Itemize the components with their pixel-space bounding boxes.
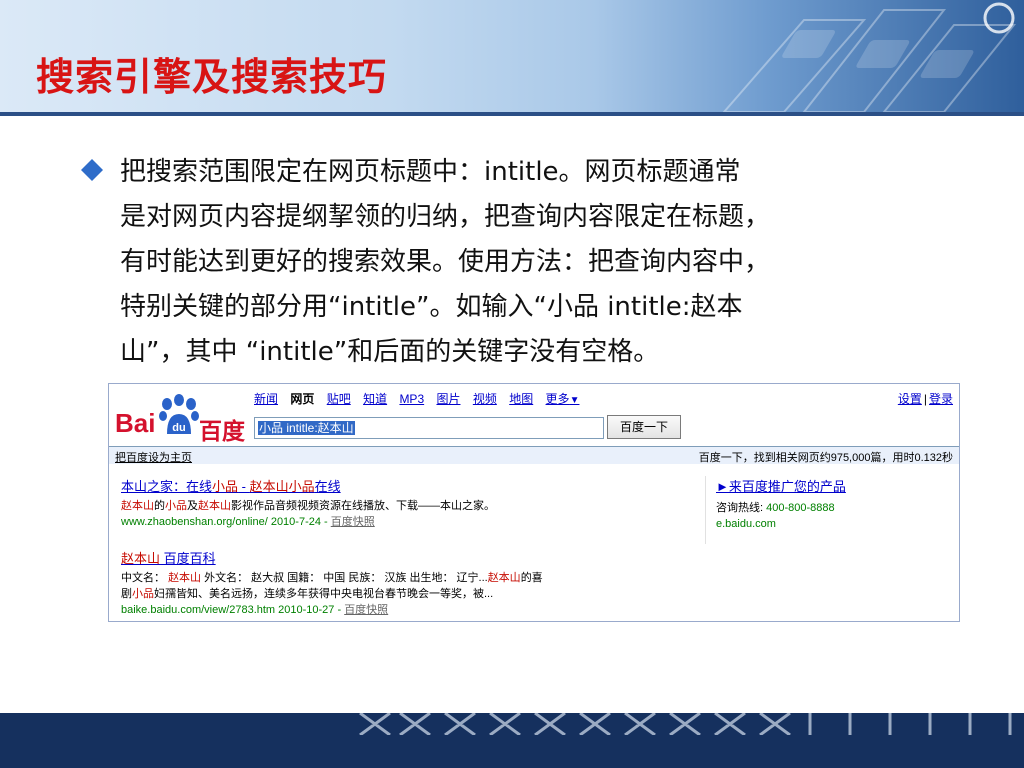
ad-hotline: 咨询热线: 400-800-8888 — [716, 500, 966, 516]
slide-footer — [0, 713, 1024, 768]
baidu-logo[interactable]: Bai du 百度 — [115, 394, 249, 444]
slide-title: 搜索引擎及搜索技巧 — [36, 55, 388, 99]
bullet-text: 把搜索范围限定在网页标题中：intitle。网页标题通常 是对网页内容提纲挈领的… — [120, 150, 960, 375]
search-button[interactable]: 百度一下 — [607, 415, 681, 439]
url-text: baike.baidu.com/view/2783.htm 2010-10-27… — [121, 604, 345, 616]
hotline-label: 咨询热线: — [716, 502, 767, 514]
url-text: www.zhaobenshan.org/online/ 2010-7-24 - — [121, 516, 331, 528]
desc-text: 的喜 — [520, 572, 543, 584]
set-homepage-link[interactable]: 把百度设为主页 — [115, 449, 192, 465]
nav-tieba[interactable]: 贴吧 — [327, 392, 351, 406]
bullet-line: 是对网页内容提纲挈领的归纳，把查询内容限定在标题， — [120, 202, 771, 232]
result-url: www.zhaobenshan.org/online/ 2010-7-24 - … — [121, 514, 495, 530]
title-text: 百度百科 — [160, 551, 216, 566]
nav-video[interactable]: 视频 — [473, 392, 497, 406]
account-links: 设置 | 登录 — [898, 390, 953, 407]
search-input-value: 小品 intitle:赵本山 — [258, 421, 355, 435]
results-info-bar: 把百度设为主页 百度一下，找到相关网页约975,000篇，用时0.132秒 — [109, 446, 959, 464]
nav-images[interactable]: 图片 — [436, 392, 460, 406]
desc-highlight: 赵本山 — [198, 500, 231, 512]
nav-more-label: 更多 — [545, 392, 570, 406]
result-title-link[interactable]: 本山之家：在线小品 - 赵本山小品在线 — [121, 476, 495, 495]
desc-highlight: 赵本山 — [121, 500, 154, 512]
nav-web: 网页 — [290, 392, 315, 406]
result-description: 中文名： 赵本山 外文名： 赵大叔 国籍： 中国 民族： 汉族 出生地： 辽宁.… — [121, 570, 543, 586]
desc-text: 中文名： — [121, 572, 169, 584]
cache-link[interactable]: 百度快照 — [344, 604, 388, 616]
desc-highlight: 小品 — [132, 588, 154, 600]
promotion-ad: ►来百度推广您的产品 咨询热线: 400-800-8888 e.baidu.co… — [705, 476, 966, 544]
results-stats: 百度一下，找到相关网页约975,000篇，用时0.132秒 — [698, 452, 953, 464]
slide-header: 搜索引擎及搜索技巧 — [0, 0, 1024, 112]
nav-map[interactable]: 地图 — [509, 392, 533, 406]
result-url: baike.baidu.com/view/2783.htm 2010-10-27… — [121, 602, 543, 618]
title-text: 在线 — [314, 479, 341, 494]
hotline-number: 400-800-8888 — [766, 502, 835, 514]
search-input[interactable]: 小品 intitle:赵本山 — [254, 417, 604, 439]
logo-bai-text: Bai — [115, 408, 156, 438]
desc-highlight: 赵本山 — [487, 572, 521, 584]
paw-icon: du — [159, 394, 199, 434]
nav-more[interactable]: 更多▼ — [546, 392, 580, 406]
result-description: 赵本山的小品及赵本山影视作品音频视频资源在线播放、下载——本山之家。 — [121, 498, 495, 514]
result-description: 剧小品妇孺皆知、美名远扬，连续多年获得中央电视台春节晚会一等奖，被... — [121, 586, 543, 602]
search-result: 本山之家：在线小品 - 赵本山小品在线 赵本山的小品及赵本山影视作品音频视频资源… — [121, 476, 495, 530]
login-link[interactable]: 登录 — [929, 392, 953, 406]
nav-news[interactable]: 新闻 — [254, 392, 278, 406]
title-highlight: 小品 — [212, 479, 239, 494]
desc-text: 外文名： 赵大叔 国籍： 中国 民族： 汉族 出生地： 辽宁... — [201, 572, 488, 584]
bullet-line: 特别关键的部分用“intitle”。如输入“小品 intitle:赵本 — [120, 292, 743, 322]
chevron-down-icon: ▼ — [569, 395, 580, 406]
desc-text: 妇孺皆知、美名远扬，连续多年获得中央电视台春节晚会一等奖，被... — [154, 588, 494, 600]
bullet-line: 把搜索范围限定在网页标题中：intitle。网页标题通常 — [120, 157, 741, 187]
desc-text: 的 — [154, 500, 165, 512]
desc-text: 及 — [187, 500, 198, 512]
desc-text: 影视作品音频视频资源在线播放、下载——本山之家。 — [231, 500, 495, 512]
desc-highlight: 赵本山 — [168, 572, 202, 584]
header-divider — [0, 112, 1024, 116]
link-separator: | — [923, 392, 927, 406]
keyboard-decoration-icon — [722, 2, 1017, 112]
title-highlight: 赵本山 — [121, 551, 161, 566]
ad-title-link[interactable]: ►来百度推广您的产品 — [716, 476, 966, 495]
settings-link[interactable]: 设置 — [898, 392, 922, 406]
title-text: 本山之家：在线 — [121, 479, 213, 494]
nav-zhidao[interactable]: 知道 — [363, 392, 387, 406]
ad-site-url: e.baidu.com — [716, 518, 776, 530]
baidu-search-screenshot: Bai du 百度 新闻 网页 贴吧 知道 MP3 图片 视频 地图 更多▼ 设… — [108, 383, 960, 622]
desc-text: 剧 — [121, 588, 132, 600]
diamond-bullet-icon — [81, 159, 103, 181]
cross-pattern-decoration — [350, 713, 1024, 757]
bullet-line: 山”，其中 “intitle”和后面的关键字没有空格。 — [120, 337, 660, 367]
logo-baidu-cn-text: 百度 — [199, 418, 245, 444]
result-title-link[interactable]: 赵本山 百度百科 — [121, 548, 543, 567]
title-highlight: 赵本山小品 — [249, 479, 315, 494]
logo-du-text: du — [172, 422, 185, 434]
cache-link[interactable]: 百度快照 — [331, 516, 375, 528]
search-nav: 新闻 网页 贴吧 知道 MP3 图片 视频 地图 更多▼ — [254, 390, 588, 407]
title-text: - — [238, 479, 250, 494]
bullet-line: 有时能达到更好的搜索效果。使用方法：把查询内容中， — [120, 247, 771, 277]
search-result: 赵本山 百度百科 中文名： 赵本山 外文名： 赵大叔 国籍： 中国 民族： 汉族… — [121, 548, 543, 618]
nav-mp3[interactable]: MP3 — [399, 392, 424, 406]
desc-highlight: 小品 — [165, 500, 187, 512]
